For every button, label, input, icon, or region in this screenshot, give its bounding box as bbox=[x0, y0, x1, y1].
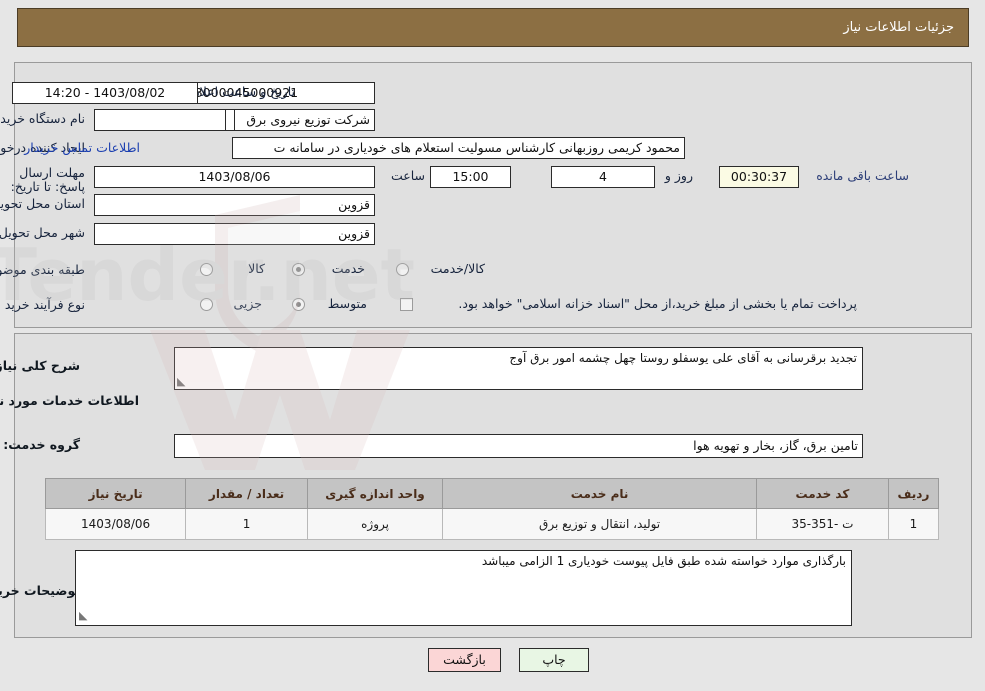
category-option-kala-khedmat: کالا/خدمت bbox=[430, 261, 485, 276]
category-radio-khedmat[interactable] bbox=[292, 263, 305, 276]
deadline-label: مهلت ارسال پاسخ: تا تاریخ: bbox=[10, 165, 85, 194]
creator-value[interactable]: محمود کریمی روزبهانی کارشناس مسولیت استع… bbox=[232, 137, 685, 159]
general-description-label: شرح کلی نیاز: bbox=[0, 358, 80, 373]
countdown-timer: 00:30:37 bbox=[719, 166, 799, 188]
treasury-checkbox-label: پرداخت تمام یا بخشی از مبلغ خرید،از محل … bbox=[458, 296, 857, 311]
th-need-date: تاریخ نیاز bbox=[44, 478, 187, 509]
general-description-value[interactable]: تجدید برقرسانی به آقای علی یوسفلو روستا … bbox=[174, 347, 863, 390]
th-unit: واحد اندازه گیری bbox=[306, 478, 444, 509]
deadline-date[interactable]: 1403/08/06 bbox=[94, 166, 375, 188]
th-service-name: نام خدمت bbox=[442, 478, 757, 509]
cell-row-no: 1 bbox=[887, 508, 940, 540]
resize-grip-icon[interactable]: ◢ bbox=[177, 375, 185, 388]
province-value[interactable]: قزوین bbox=[94, 194, 375, 216]
remaining-suffix-label: ساعت باقی مانده bbox=[816, 168, 909, 183]
page-title-bar: جزئیات اطلاعات نیاز bbox=[17, 8, 969, 47]
buyer-notes-value[interactable]: بارگذاری موارد خواسته شده طبق فایل پیوست… bbox=[75, 550, 852, 626]
deadline-hour-label: ساعت bbox=[390, 168, 425, 183]
process-option-jozei: جزیی bbox=[233, 296, 262, 311]
th-quantity: تعداد / مقدار bbox=[185, 478, 308, 509]
category-option-kala: کالا bbox=[248, 261, 265, 276]
process-option-motevaset: متوسط bbox=[327, 296, 367, 311]
back-button[interactable]: بازگشت bbox=[428, 648, 501, 672]
cell-service-code: ت -351-35 bbox=[756, 508, 889, 540]
cell-unit: پروژه bbox=[306, 508, 444, 540]
cell-service-name: تولید، انتقال و توزیع برق bbox=[442, 508, 757, 540]
process-label: نوع فرآیند خرید : bbox=[0, 297, 85, 312]
buyer-contact-link[interactable]: اطلاعات تماس خریدار bbox=[24, 140, 140, 155]
th-row-no: ردیف bbox=[887, 478, 940, 509]
th-service-code: کد خدمت bbox=[756, 478, 889, 509]
table-header-row: ردیف کد خدمت نام خدمت واحد اندازه گیری ت… bbox=[44, 478, 940, 509]
announcement-value[interactable]: 1403/08/02 - 14:20 bbox=[12, 82, 198, 104]
service-section-title: اطلاعات خدمات مورد نیاز bbox=[0, 393, 139, 408]
service-group-value[interactable]: تامین برق، گاز، بخار و تهویه هوا bbox=[174, 434, 863, 458]
process-radio-motevaset[interactable] bbox=[292, 298, 305, 311]
city-value[interactable]: قزوین bbox=[94, 223, 375, 245]
print-button[interactable]: چاپ bbox=[519, 648, 589, 672]
city-label: شهر محل تحویل: bbox=[0, 225, 85, 240]
services-table: ردیف کد خدمت نام خدمت واحد اندازه گیری ت… bbox=[44, 478, 940, 540]
cell-need-date: 1403/08/06 bbox=[44, 508, 187, 540]
buyer-org-label: نام دستگاه خریدار: bbox=[0, 111, 85, 126]
table-row[interactable]: 1 ت -351-35 تولید، انتقال و توزیع برق پر… bbox=[44, 508, 940, 540]
service-group-label: گروه خدمت: bbox=[3, 437, 80, 452]
cell-quantity: 1 bbox=[185, 508, 308, 540]
category-label: طبقه بندی موضوعی: bbox=[0, 262, 85, 277]
category-radio-kala[interactable] bbox=[200, 263, 213, 276]
process-radio-jozei[interactable] bbox=[200, 298, 213, 311]
page-root: AriaTender.net جزئیات اطلاعات نیاز شماره… bbox=[0, 0, 985, 691]
province-label: استان محل تحویل: bbox=[0, 196, 85, 211]
category-radio-kala-khedmat[interactable] bbox=[396, 263, 409, 276]
buyer-notes-label: توضیحات خریدار: bbox=[0, 583, 80, 598]
remaining-days-label: روز و bbox=[664, 168, 693, 183]
page-title: جزئیات اطلاعات نیاز bbox=[843, 20, 954, 35]
buyer-org-value-ext[interactable] bbox=[225, 109, 235, 131]
deadline-hour-value[interactable]: 15:00 bbox=[430, 166, 511, 188]
category-option-khedmat: خدمت bbox=[331, 261, 365, 276]
notes-resize-grip-icon[interactable]: ◢ bbox=[79, 609, 87, 622]
treasury-checkbox[interactable] bbox=[400, 298, 413, 311]
remaining-days-value[interactable]: 4 bbox=[551, 166, 655, 188]
